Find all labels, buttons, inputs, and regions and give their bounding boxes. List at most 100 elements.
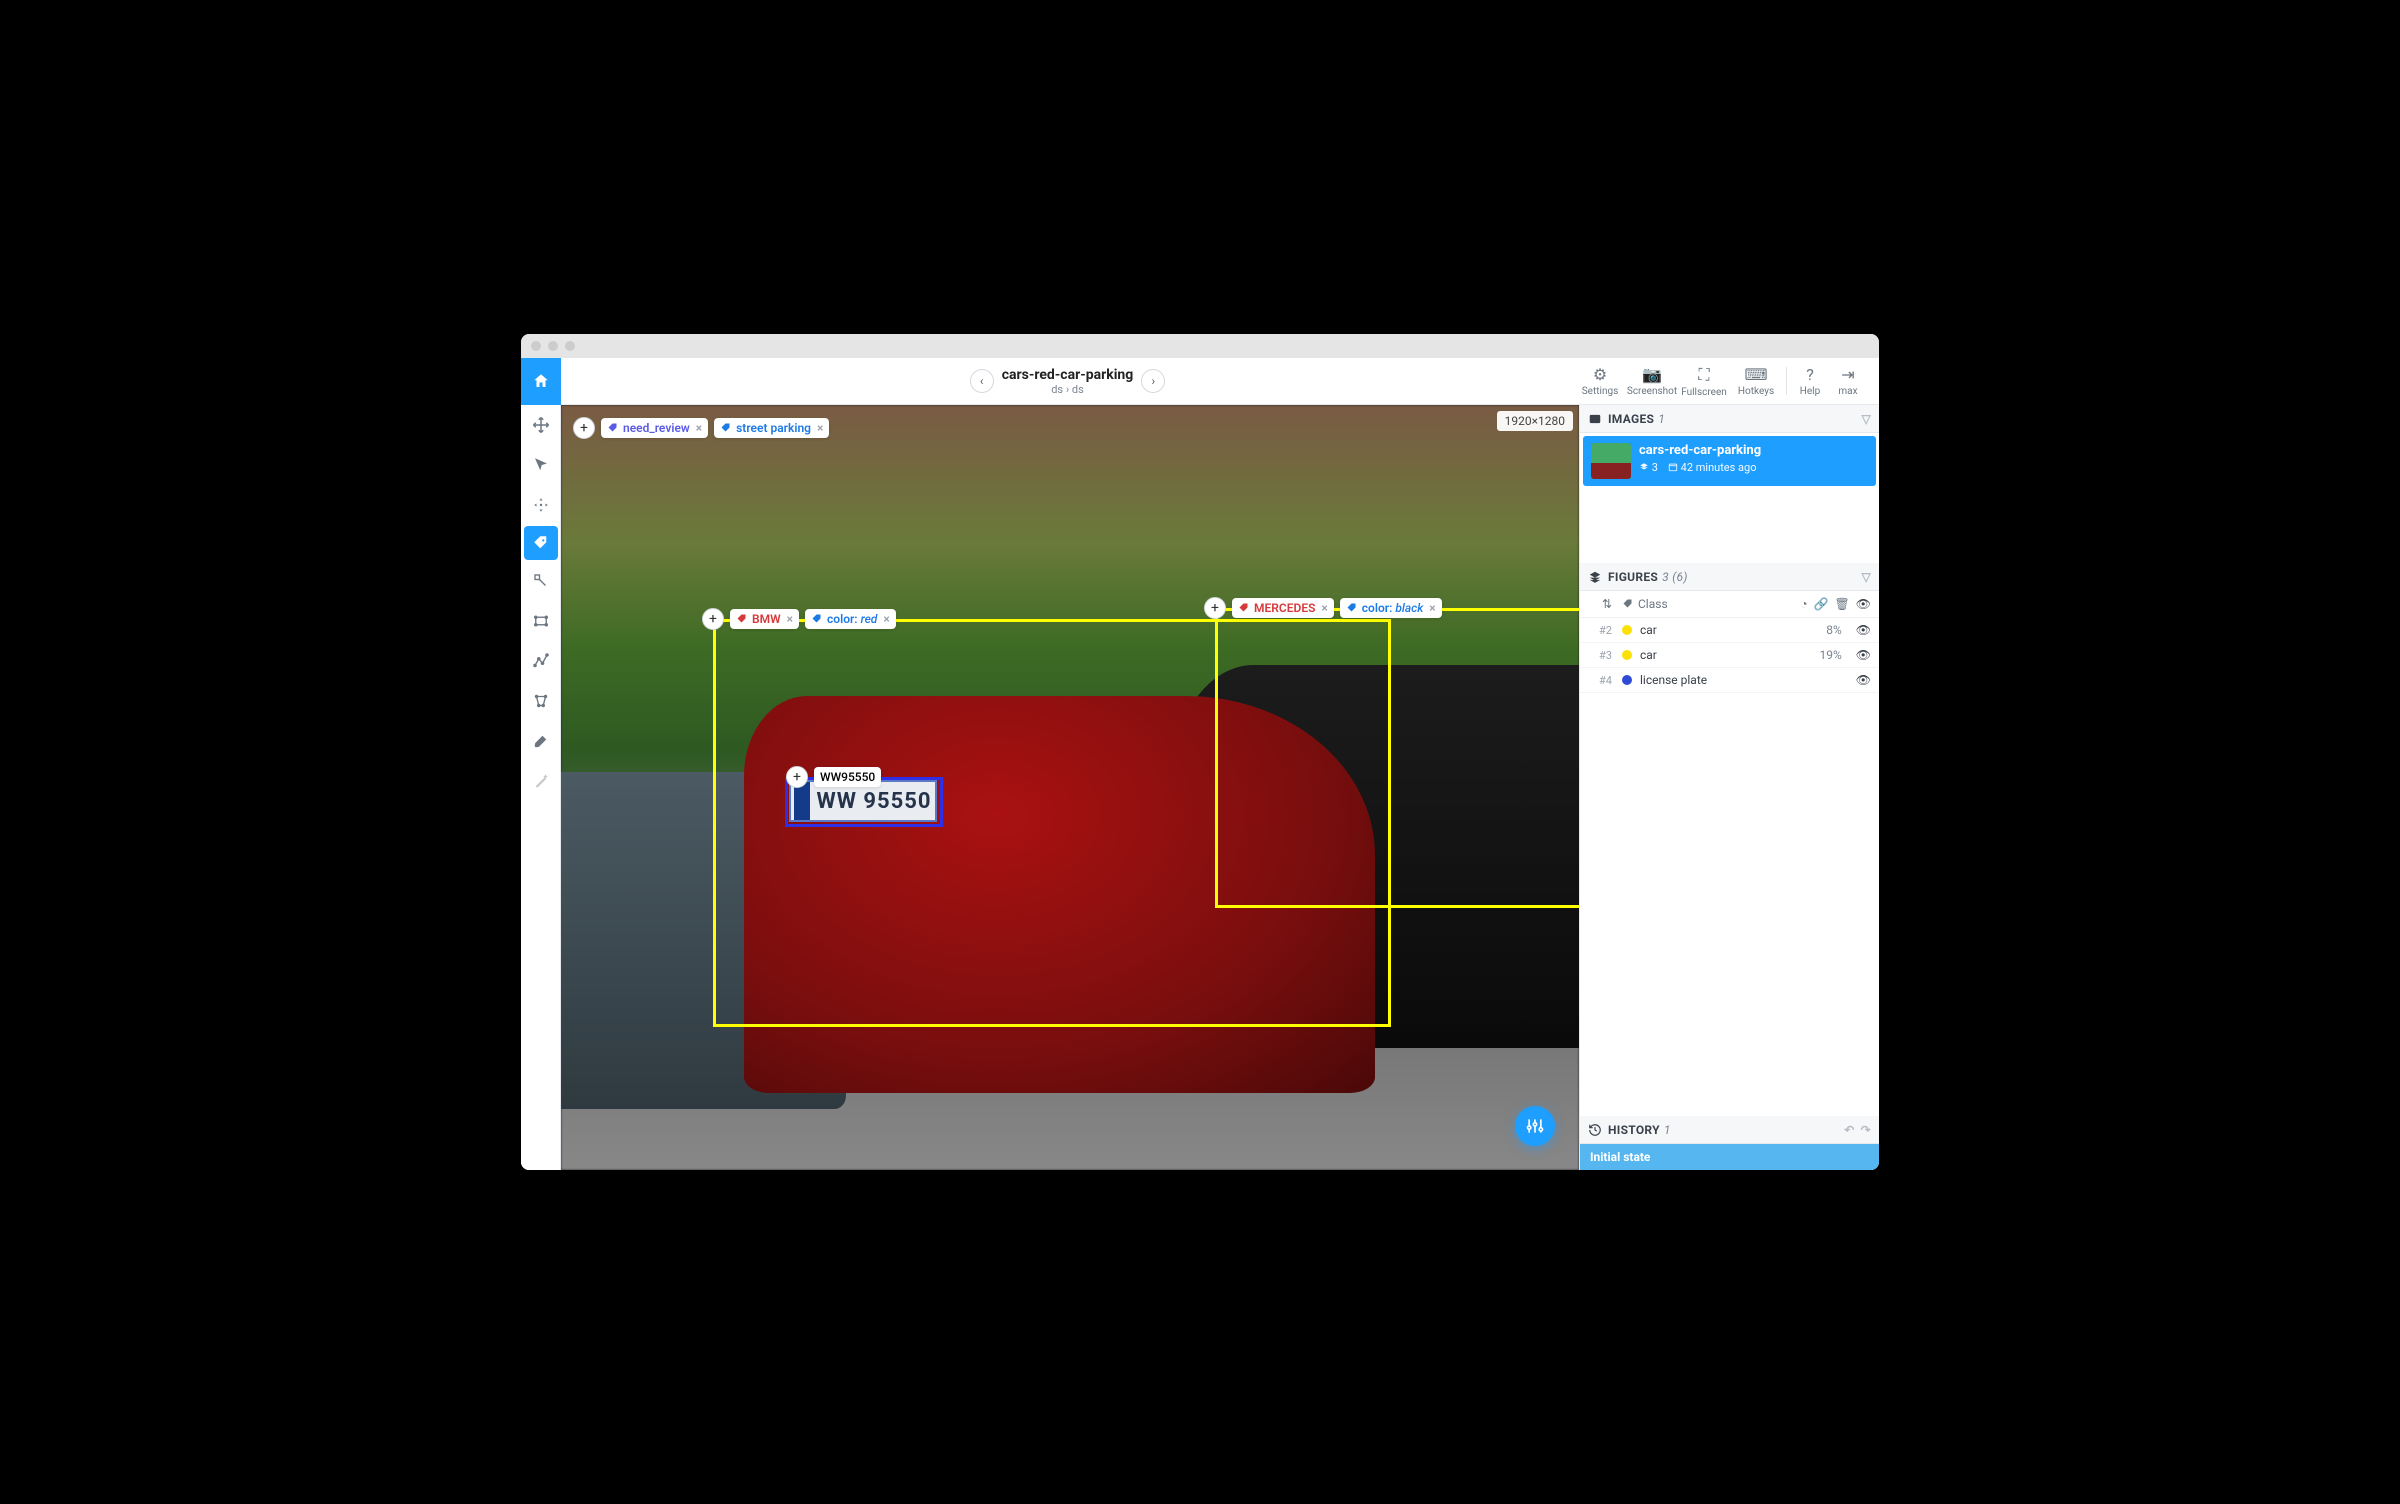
camera-icon: 📷 — [1642, 365, 1662, 384]
figure-class: car — [1640, 648, 1657, 662]
tool-smart[interactable] — [521, 761, 561, 801]
keyboard-icon: ⌨ — [1744, 365, 1767, 384]
filter-icon[interactable]: ▽ — [1861, 570, 1871, 584]
history-item[interactable]: Initial state — [1580, 1144, 1879, 1170]
visibility-toggle[interactable]: 👁 — [1856, 673, 1871, 687]
calendar-icon — [1668, 462, 1678, 472]
tag-icon — [736, 613, 748, 625]
history-panel-header[interactable]: HISTORY 1 ↶ ↷ — [1580, 1116, 1879, 1144]
link-icon[interactable]: 🔗 — [1814, 597, 1829, 611]
remove-tag-button[interactable]: × — [1321, 601, 1327, 615]
object-tag[interactable]: MERCEDES × — [1232, 598, 1334, 618]
eye-icon[interactable]: 👁 — [1856, 597, 1871, 611]
images-icon — [1588, 412, 1602, 426]
area-icon[interactable]: ◔ — [1800, 597, 1807, 611]
object-tag-label: BMW — [752, 612, 781, 626]
images-list: cars-red-car-parking 3 42 minutes ago — [1580, 433, 1879, 563]
prev-image-button[interactable]: ‹ — [970, 369, 994, 393]
body: 1920×1280 + need_review × street parking… — [521, 405, 1879, 1170]
figure-row[interactable]: #4 license plate 👁 — [1580, 668, 1879, 693]
user-menu[interactable]: ⇥max — [1829, 358, 1867, 405]
remove-tag-button[interactable]: × — [817, 421, 823, 435]
figure-row[interactable]: #2 car 8% 👁 — [1580, 618, 1879, 643]
logout-icon: ⇥ — [1841, 365, 1854, 384]
settings-button[interactable]: ⚙Settings — [1574, 358, 1626, 405]
next-image-button[interactable]: › — [1141, 369, 1165, 393]
remove-tag-button[interactable]: × — [1429, 601, 1435, 615]
tool-brush[interactable] — [521, 721, 561, 761]
remove-tag-button[interactable]: × — [696, 421, 702, 435]
trash-icon[interactable]: 🗑 — [1835, 597, 1850, 611]
tool-drag[interactable] — [521, 485, 561, 525]
divider — [1786, 367, 1787, 395]
tag-icon — [607, 422, 619, 434]
sort-id-icon[interactable]: ⇅ — [1588, 597, 1612, 611]
object-tag[interactable]: WW95550 — [814, 767, 881, 787]
home-button[interactable] — [521, 358, 561, 405]
remove-tag-button[interactable]: × — [787, 612, 793, 626]
undo-icon[interactable]: ↶ — [1844, 1123, 1854, 1137]
image-tag[interactable]: street parking × — [714, 418, 829, 438]
polygon-icon — [532, 692, 550, 710]
tool-tag[interactable] — [524, 526, 558, 560]
layers-count: 3 — [1639, 461, 1658, 474]
add-object-tag-button[interactable]: + — [1204, 597, 1226, 619]
tool-point[interactable] — [521, 561, 561, 601]
tag-icon — [532, 534, 550, 552]
traffic-light-min[interactable] — [548, 341, 558, 351]
header-center: ‹ cars-red-car-parking ds › ds › — [561, 367, 1574, 396]
object-tag[interactable]: BMW × — [730, 609, 799, 629]
figure-row[interactable]: #3 car 19% 👁 — [1580, 643, 1879, 668]
traffic-light-close[interactable] — [531, 341, 541, 351]
header-actions: ⚙Settings 📷Screenshot ⛶Fullscreen ⌨Hotke… — [1574, 358, 1879, 405]
help-icon: ? — [1806, 365, 1814, 384]
bbox-tags: + BMW × color: red × — [702, 608, 896, 630]
object-tag[interactable]: color: black × — [1340, 598, 1442, 618]
canvas[interactable]: 1920×1280 + need_review × street parking… — [561, 405, 1579, 1170]
title-block: cars-red-car-parking ds › ds — [1002, 367, 1134, 396]
figure-class: car — [1640, 623, 1657, 637]
help-button[interactable]: ?Help — [1791, 358, 1829, 405]
figures-panel-header[interactable]: FIGURES 3 (6) ▽ — [1580, 563, 1879, 591]
visibility-toggle[interactable]: 👁 — [1856, 623, 1871, 637]
bbox-tags: + MERCEDES × color: black × — [1204, 597, 1442, 619]
tool-pan[interactable] — [521, 405, 561, 445]
image-tag-label: need_review — [623, 421, 690, 435]
add-object-tag-button[interactable]: + — [786, 766, 808, 788]
plate-text-tag: WW95550 — [820, 770, 875, 784]
adjust-fab[interactable] — [1515, 1106, 1555, 1146]
image-tag[interactable]: need_review × — [601, 418, 708, 438]
bbox-mercedes[interactable]: + MERCEDES × color: black × — [1215, 608, 1579, 908]
traffic-light-max[interactable] — [565, 341, 575, 351]
bbox-tags: + WW95550 — [786, 766, 881, 788]
tag-icon — [720, 422, 732, 434]
remove-tag-button[interactable]: × — [883, 612, 889, 626]
images-panel-header[interactable]: IMAGES 1 ▽ — [1580, 405, 1879, 433]
redo-icon[interactable]: ↷ — [1861, 1123, 1871, 1137]
sliders-icon — [1525, 1116, 1545, 1136]
visibility-toggle[interactable]: 👁 — [1856, 648, 1871, 662]
object-tag-label: MERCEDES — [1254, 601, 1315, 615]
hotkeys-button[interactable]: ⌨Hotkeys — [1730, 358, 1782, 405]
screenshot-button[interactable]: 📷Screenshot — [1626, 358, 1678, 405]
image-item-name: cars-red-car-parking — [1639, 443, 1761, 458]
image-timestamp: 42 minutes ago — [1668, 461, 1757, 474]
filter-icon[interactable]: ▽ — [1861, 412, 1871, 426]
bbox-plate[interactable]: + WW95550 — [785, 777, 943, 827]
image-list-item[interactable]: cars-red-car-parking 3 42 minutes ago — [1583, 436, 1876, 486]
tool-select[interactable] — [521, 445, 561, 485]
history-list: Initial state — [1580, 1144, 1879, 1170]
object-tag[interactable]: color: red × — [805, 609, 896, 629]
add-object-tag-button[interactable]: + — [702, 608, 724, 630]
tag-icon — [811, 613, 823, 625]
tool-polyline[interactable] — [521, 641, 561, 681]
class-color-dot — [1622, 625, 1632, 635]
thumbnail — [1591, 443, 1631, 479]
fullscreen-icon: ⛶ — [1698, 365, 1709, 385]
brush-icon — [532, 732, 550, 750]
tool-polygon[interactable] — [521, 681, 561, 721]
fullscreen-button[interactable]: ⛶Fullscreen — [1678, 358, 1730, 405]
header: ‹ cars-red-car-parking ds › ds › ⚙Settin… — [521, 358, 1879, 405]
tool-rectangle[interactable] — [521, 601, 561, 641]
add-image-tag-button[interactable]: + — [573, 417, 595, 439]
